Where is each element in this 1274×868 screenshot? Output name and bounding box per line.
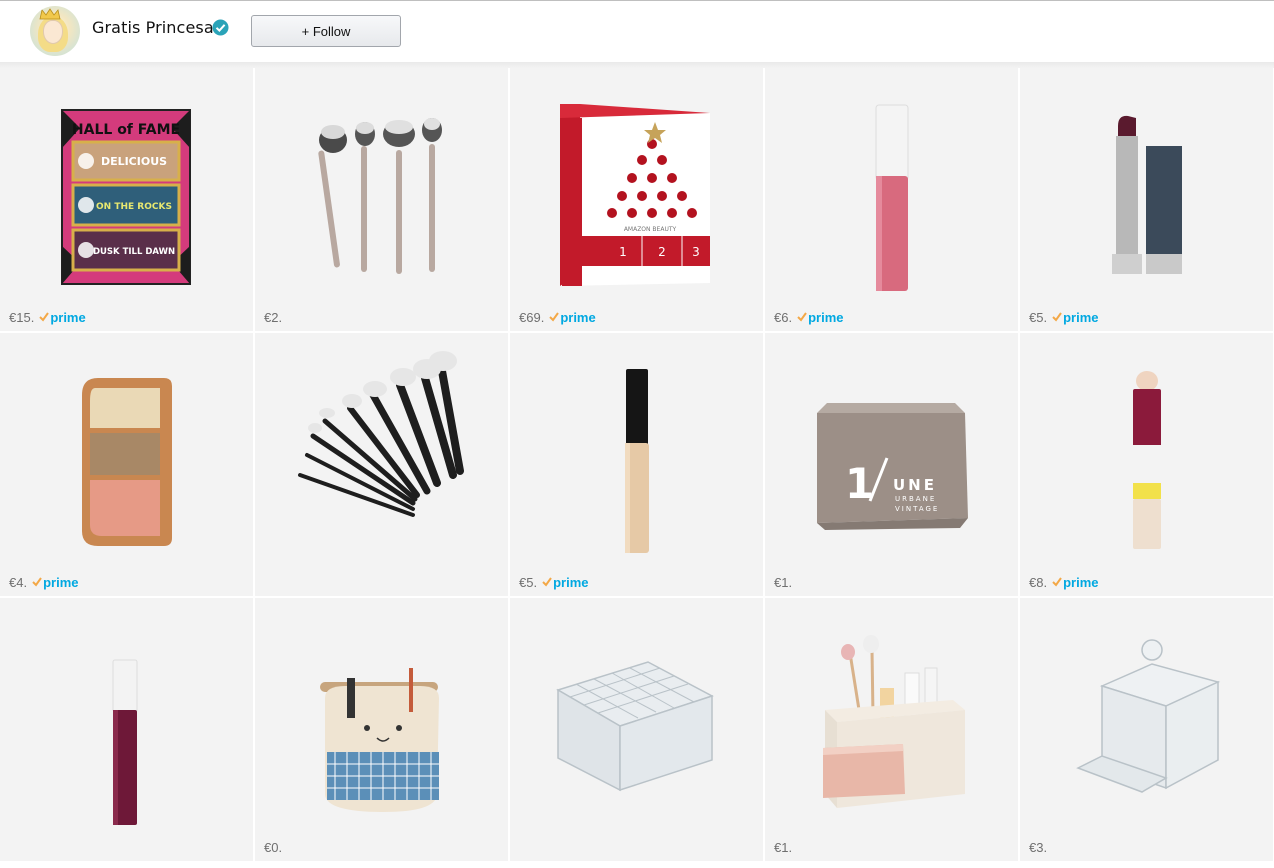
product-image[interactable] xyxy=(1020,333,1273,568)
prime-badge: prime xyxy=(542,575,588,590)
product-price: €1. xyxy=(774,574,793,590)
product-tile[interactable] xyxy=(255,333,508,596)
product-image[interactable] xyxy=(255,598,508,833)
product-image[interactable] xyxy=(510,333,763,568)
product-price: €4. xyxy=(9,574,28,590)
product-tile[interactable]: €5. prime xyxy=(1020,68,1273,331)
door-number: 2 xyxy=(658,245,666,259)
basket-label: VINTAGE xyxy=(895,505,939,513)
basket-label: URBANE xyxy=(895,495,936,503)
product-image[interactable] xyxy=(255,68,508,303)
prime-check-icon xyxy=(1052,577,1062,587)
product-image[interactable]: AMAZON BEAUTY 1 2 3 xyxy=(510,68,763,303)
prime-check-icon xyxy=(542,577,552,587)
product-tile[interactable]: AMAZON BEAUTY 1 2 3 €69. prime xyxy=(510,68,763,331)
prime-badge: prime xyxy=(39,310,86,325)
product-image[interactable] xyxy=(0,333,253,568)
verified-badge-icon xyxy=(212,19,229,36)
product-tile[interactable]: HALL of FAME DELICIOUS ON THE ROCKS DUSK… xyxy=(0,68,253,331)
product-price: €5. xyxy=(1029,309,1048,325)
product-image[interactable] xyxy=(765,598,1018,833)
prime-badge: prime xyxy=(549,310,596,325)
crown-icon xyxy=(39,8,61,20)
product-image[interactable] xyxy=(1020,598,1273,833)
product-image[interactable] xyxy=(0,598,253,833)
product-image[interactable] xyxy=(255,333,508,568)
product-tile[interactable]: €2. xyxy=(255,68,508,331)
prime-badge: prime xyxy=(1052,575,1098,590)
product-tile[interactable]: €5. prime xyxy=(510,333,763,596)
profile-name[interactable]: Gratis Princesa xyxy=(92,18,214,37)
prime-badge: prime xyxy=(32,575,78,590)
product-price: €8. xyxy=(1029,574,1048,590)
product-price: €69. xyxy=(519,309,545,325)
product-tile[interactable]: €6. prime xyxy=(765,68,1018,331)
product-tile[interactable] xyxy=(0,598,253,861)
basket-label: UNE xyxy=(893,476,937,494)
prime-check-icon xyxy=(1052,312,1062,322)
product-grid: HALL of FAME DELICIOUS ON THE ROCKS DUSK… xyxy=(0,68,1274,868)
profile-header: Gratis Princesa + Follow xyxy=(0,0,1274,64)
product-tile[interactable]: €1. xyxy=(765,598,1018,861)
prime-badge: prime xyxy=(797,310,843,325)
palette-name: DELICIOUS xyxy=(101,155,167,168)
product-image[interactable]: 1 UNE URBANE VINTAGE xyxy=(765,333,1018,568)
product-price: €5. xyxy=(519,574,538,590)
product-price: €0. xyxy=(264,839,283,855)
product-image[interactable] xyxy=(765,68,1018,303)
prime-check-icon xyxy=(39,312,50,322)
product-price: €3. xyxy=(1029,839,1048,855)
product-tile[interactable] xyxy=(510,598,763,861)
product-tile[interactable]: €0. xyxy=(255,598,508,861)
prime-check-icon xyxy=(549,312,560,322)
prime-badge: prime xyxy=(1052,310,1098,325)
box-title: HALL of FAME xyxy=(72,122,180,138)
prime-check-icon xyxy=(797,312,807,322)
door-number: 3 xyxy=(692,245,700,259)
avatar[interactable] xyxy=(30,6,80,56)
box-title: AMAZON BEAUTY xyxy=(624,226,677,233)
prime-check-icon xyxy=(32,577,42,587)
follow-button[interactable]: + Follow xyxy=(251,15,401,47)
product-image[interactable] xyxy=(1020,68,1273,303)
product-price: €1. xyxy=(774,839,793,855)
product-image[interactable] xyxy=(510,598,763,833)
product-image[interactable]: HALL of FAME DELICIOUS ON THE ROCKS DUSK… xyxy=(0,68,253,303)
palette-name: DUSK TILL DAWN xyxy=(93,247,175,257)
product-tile[interactable]: €3. xyxy=(1020,598,1273,861)
product-tile[interactable]: €8. prime xyxy=(1020,333,1273,596)
product-price: €15. xyxy=(9,309,35,325)
product-price: €2. xyxy=(264,309,283,325)
product-tile[interactable]: €4. prime xyxy=(0,333,253,596)
palette-name: ON THE ROCKS xyxy=(96,202,172,212)
product-tile[interactable]: 1 UNE URBANE VINTAGE €1. xyxy=(765,333,1018,596)
door-number: 1 xyxy=(619,245,627,259)
product-price: €6. xyxy=(774,309,793,325)
